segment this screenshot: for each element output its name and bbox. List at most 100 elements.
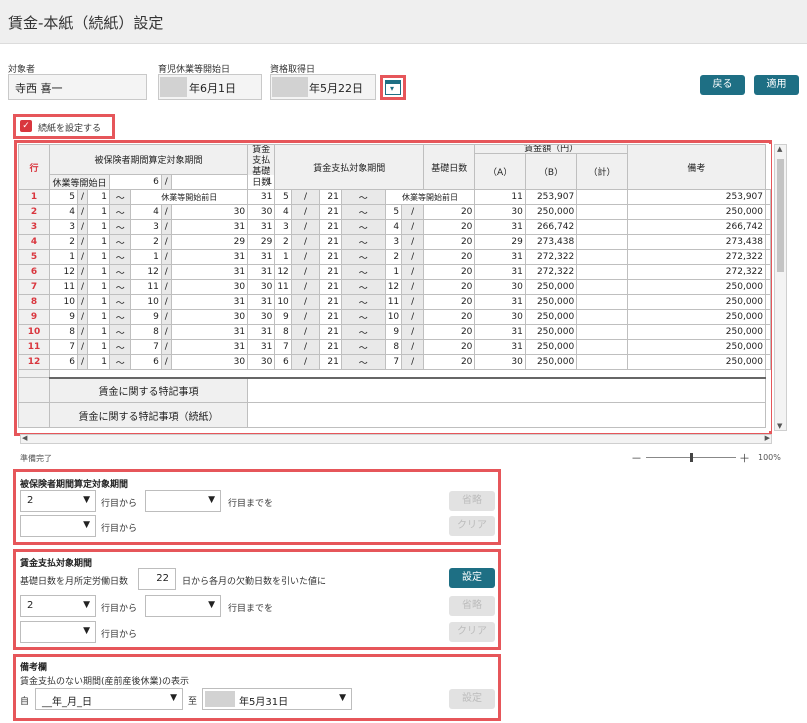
to-month-cell[interactable]: 3 xyxy=(130,219,162,235)
pay-from-day-cell[interactable]: 21 xyxy=(319,204,342,220)
to-day-cell[interactable]: 31 xyxy=(170,264,249,280)
base-days-cell[interactable]: 31 xyxy=(474,294,526,310)
period-to-select[interactable]: ▼ xyxy=(145,490,221,512)
pay-to-month-cell[interactable]: 9 xyxy=(384,324,403,340)
zoom-slider[interactable] xyxy=(646,453,736,462)
pay-from-day-cell[interactable]: 21 xyxy=(319,354,342,370)
from-month-cell[interactable]: 9 xyxy=(49,309,78,325)
from-day-cell[interactable]: 1 xyxy=(86,204,110,220)
pay-days-cell[interactable]: 31 xyxy=(247,219,276,235)
pay-from-month-cell[interactable]: 9 xyxy=(274,309,292,325)
pay-to-day-cell[interactable]: 20 xyxy=(423,249,476,265)
pay-days-cell[interactable]: 30 xyxy=(247,354,276,370)
remarks-cell[interactable] xyxy=(765,189,771,205)
to-day-cell[interactable]: 31 xyxy=(170,339,249,355)
pay-days-cell[interactable]: 30 xyxy=(247,279,276,295)
pay-from-month-cell[interactable]: 4 xyxy=(274,204,292,220)
wage-b-cell[interactable] xyxy=(576,234,628,250)
to-day-cell[interactable]: 31 xyxy=(170,324,249,340)
wage-b-cell[interactable] xyxy=(576,294,628,310)
pay-to-day-cell[interactable]: 20 xyxy=(423,339,476,355)
to-month-cell[interactable]: 11 xyxy=(130,279,162,295)
to-day-cell[interactable]: 31 xyxy=(170,219,249,235)
base-days-cell[interactable]: 30 xyxy=(474,309,526,325)
pay-days-cell[interactable]: 31 xyxy=(247,339,276,355)
leave-start-month-cell[interactable]: 6 xyxy=(108,174,162,190)
wage-b-cell[interactable] xyxy=(576,339,628,355)
pay-to-day-cell[interactable]: 20 xyxy=(423,324,476,340)
to-day-cell[interactable]: 30 xyxy=(170,354,249,370)
wage-b-cell[interactable] xyxy=(576,279,628,295)
pay-from-month-cell[interactable]: 12 xyxy=(274,264,292,280)
from-month-cell[interactable]: 11 xyxy=(49,279,78,295)
pay-to-month-cell[interactable]: 11 xyxy=(384,294,403,310)
apply-button[interactable]: 適用 xyxy=(754,75,799,95)
pay-to-month-cell[interactable]: 7 xyxy=(384,354,403,370)
pay-from-month-cell[interactable]: 2 xyxy=(274,234,292,250)
pay-from-day-cell[interactable]: 21 xyxy=(319,219,342,235)
from-month-cell[interactable]: 8 xyxy=(49,324,78,340)
wage-a-cell[interactable]: 250,000 xyxy=(524,309,578,325)
pay-from-month-cell[interactable]: 10 xyxy=(274,294,292,310)
base-days-cell[interactable]: 31 xyxy=(474,219,526,235)
to-month-cell[interactable]: 12 xyxy=(130,264,162,280)
to-month-cell[interactable]: 1 xyxy=(130,249,162,265)
from-day-cell[interactable]: 1 xyxy=(86,354,110,370)
pay-to-month-cell[interactable]: 4 xyxy=(384,219,403,235)
remarks-cell[interactable] xyxy=(765,324,771,340)
remarks-set-button[interactable]: 設定 xyxy=(449,689,495,709)
pay-days-cell[interactable]: 31 xyxy=(247,294,276,310)
from-day-cell[interactable]: 1 xyxy=(86,219,110,235)
pay-days-cell[interactable]: 31 xyxy=(247,249,276,265)
wage-b-cell[interactable] xyxy=(576,189,628,205)
pay-to-month-cell[interactable]: 休業等開始前日 xyxy=(384,189,476,205)
to-day-cell[interactable]: 30 xyxy=(170,309,249,325)
pay-from-day-cell[interactable]: 21 xyxy=(319,279,342,295)
to-month-cell[interactable]: 8 xyxy=(130,324,162,340)
pay-from-month-cell[interactable]: 11 xyxy=(274,279,292,295)
wage-a-cell[interactable]: 273,438 xyxy=(524,234,578,250)
special-notes-row-input[interactable] xyxy=(247,377,766,403)
wage-a-cell[interactable]: 250,000 xyxy=(524,339,578,355)
pay-to-day-cell[interactable]: 20 xyxy=(423,219,476,235)
remarks-cell[interactable] xyxy=(765,309,771,325)
wage-b-cell[interactable] xyxy=(576,204,628,220)
wage-b-cell[interactable] xyxy=(576,219,628,235)
pay-from-day-cell[interactable]: 21 xyxy=(319,189,342,205)
scroll-right-icon[interactable]: ▶ xyxy=(765,434,770,442)
wage-clear-button[interactable]: クリア xyxy=(449,622,495,642)
pay-from-month-cell[interactable]: 8 xyxy=(274,324,292,340)
wage-a-cell[interactable]: 266,742 xyxy=(524,219,578,235)
base-days-cell[interactable]: 31 xyxy=(474,249,526,265)
wage-row2-select[interactable]: ▼ xyxy=(20,621,96,643)
base-days-cell[interactable]: 31 xyxy=(474,324,526,340)
zoom-in-icon[interactable]: ＋ xyxy=(739,450,750,466)
from-day-cell[interactable]: 1 xyxy=(86,339,110,355)
pay-from-day-cell[interactable]: 21 xyxy=(319,264,342,280)
from-day-cell[interactable]: 1 xyxy=(86,249,110,265)
wage-set-button[interactable]: 設定 xyxy=(449,568,495,588)
zoom-thumb[interactable] xyxy=(690,453,693,462)
from-month-cell[interactable]: 5 xyxy=(49,189,78,205)
wage-a-cell[interactable]: 250,000 xyxy=(524,354,578,370)
pay-from-day-cell[interactable]: 21 xyxy=(319,309,342,325)
period-omit-button[interactable]: 省略 xyxy=(449,491,495,511)
scroll-down-icon[interactable]: ▼ xyxy=(777,422,782,430)
to-month-cell[interactable]: 9 xyxy=(130,309,162,325)
period-clear-button[interactable]: クリア xyxy=(449,516,495,536)
to-day-cell[interactable]: 30 xyxy=(170,204,249,220)
pay-from-month-cell[interactable]: 1 xyxy=(274,249,292,265)
wage-b-cell[interactable] xyxy=(576,324,628,340)
from-month-cell[interactable]: 4 xyxy=(49,204,78,220)
calendar-icon[interactable]: ▾ xyxy=(385,80,401,95)
remarks-cell[interactable] xyxy=(765,204,771,220)
remarks-from-select[interactable]: __年_月_日 ▼ xyxy=(35,688,183,710)
continuation-checkbox[interactable]: ✓ xyxy=(20,120,32,132)
pay-to-day-cell[interactable]: 20 xyxy=(423,309,476,325)
wage-omit-button[interactable]: 省略 xyxy=(449,596,495,616)
from-day-cell[interactable]: 1 xyxy=(86,264,110,280)
base-days-cell[interactable]: 11 xyxy=(474,189,526,205)
wage-b-cell[interactable] xyxy=(576,354,628,370)
pay-days-cell[interactable]: 31 xyxy=(247,324,276,340)
to-day-cell[interactable]: 29 xyxy=(170,234,249,250)
